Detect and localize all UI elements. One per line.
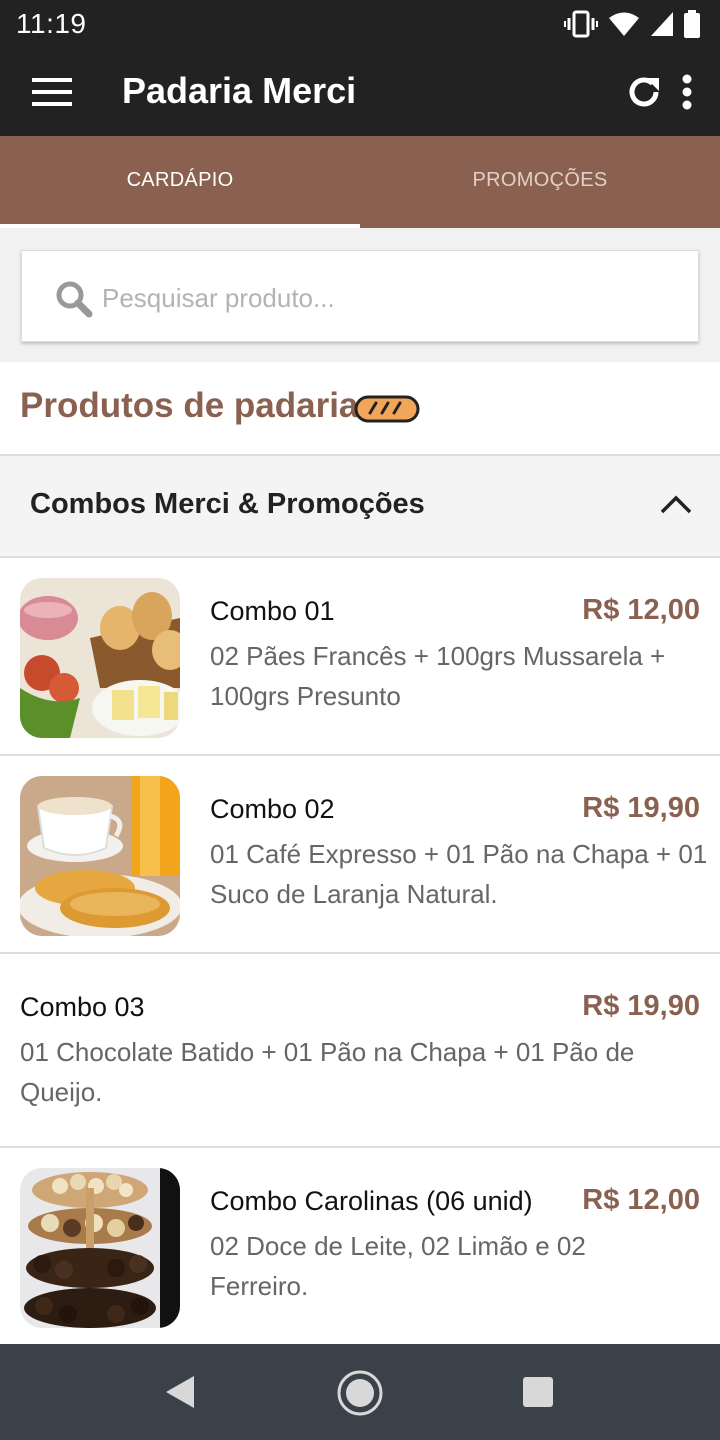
app-title: Padaria Merci	[122, 70, 357, 111]
product-description: 02 Pães Francês + 100grs Mussarela + 100…	[210, 641, 666, 711]
category-header[interactable]: Combos Merci & Promoções	[0, 456, 720, 558]
combo-02-photo	[20, 776, 180, 936]
search-box[interactable]	[21, 250, 699, 342]
wifi-icon	[609, 12, 639, 36]
product-name: Combo 02	[210, 794, 335, 824]
status-time: 11:19	[16, 8, 87, 39]
product-price: R$ 12,00	[582, 594, 700, 626]
product-item-combo-01[interactable]: Combo 01 R$ 12,00 02 Pães Francês + 100g…	[0, 558, 720, 756]
refresh-icon[interactable]	[624, 72, 664, 112]
vibrate-icon	[564, 10, 598, 38]
product-description: 02 Doce de Leite, 02 Limão e 02 Ferreiro…	[210, 1231, 586, 1301]
search-area	[0, 228, 720, 362]
tab-cardapio[interactable]: CARDÁPIO	[0, 136, 360, 224]
section-header: Produtos de padaria	[0, 362, 720, 456]
section-title: Produtos de padaria	[20, 386, 359, 425]
status-bar: 11:19	[0, 0, 720, 48]
signal-icon	[651, 12, 673, 36]
search-icon	[56, 281, 93, 318]
battery-icon	[684, 10, 700, 38]
product-item-combo-03[interactable]: Combo 03 R$ 19,90 01 Chocolate Batido + …	[0, 954, 720, 1148]
chevron-up-icon[interactable]	[658, 490, 694, 520]
recent-apps-icon[interactable]	[520, 1374, 556, 1410]
combo-01-photo	[20, 578, 180, 738]
product-price: R$ 19,90	[582, 792, 700, 824]
product-price: R$ 19,90	[582, 990, 700, 1022]
bread-icon	[354, 395, 420, 423]
search-input[interactable]	[102, 271, 662, 325]
category-title: Combos Merci & Promoções	[30, 488, 425, 520]
product-name: Combo 01	[210, 596, 335, 626]
product-item-combo-carolinas[interactable]: Combo Carolinas (06 unid) R$ 12,00 02 Do…	[0, 1148, 720, 1348]
product-price: R$ 12,00	[582, 1184, 700, 1216]
product-item-combo-02[interactable]: Combo 02 R$ 19,90 01 Café Expresso + 01 …	[0, 756, 720, 954]
carolinas-photo	[20, 1168, 180, 1328]
tab-promocoes[interactable]: PROMOÇÕES	[360, 136, 720, 224]
status-icons	[564, 10, 700, 38]
product-description: 01 Café Expresso + 01 Pão na Chapa + 01 …	[210, 839, 708, 909]
product-description: 01 Chocolate Batido + 01 Pão na Chapa + …	[20, 1037, 635, 1107]
menu-icon[interactable]	[32, 78, 72, 106]
product-list: Combo 01 R$ 12,00 02 Pães Francês + 100g…	[0, 558, 720, 1348]
product-name: Combo 03	[20, 992, 145, 1022]
more-options-icon[interactable]	[672, 72, 702, 112]
product-name: Combo Carolinas (06 unid)	[210, 1186, 533, 1216]
home-icon[interactable]	[336, 1369, 384, 1417]
system-nav-bar	[0, 1344, 720, 1440]
tab-bar: CARDÁPIO PROMOÇÕES	[0, 136, 720, 228]
back-icon[interactable]	[162, 1374, 198, 1410]
app-bar: Padaria Merci	[0, 48, 720, 136]
